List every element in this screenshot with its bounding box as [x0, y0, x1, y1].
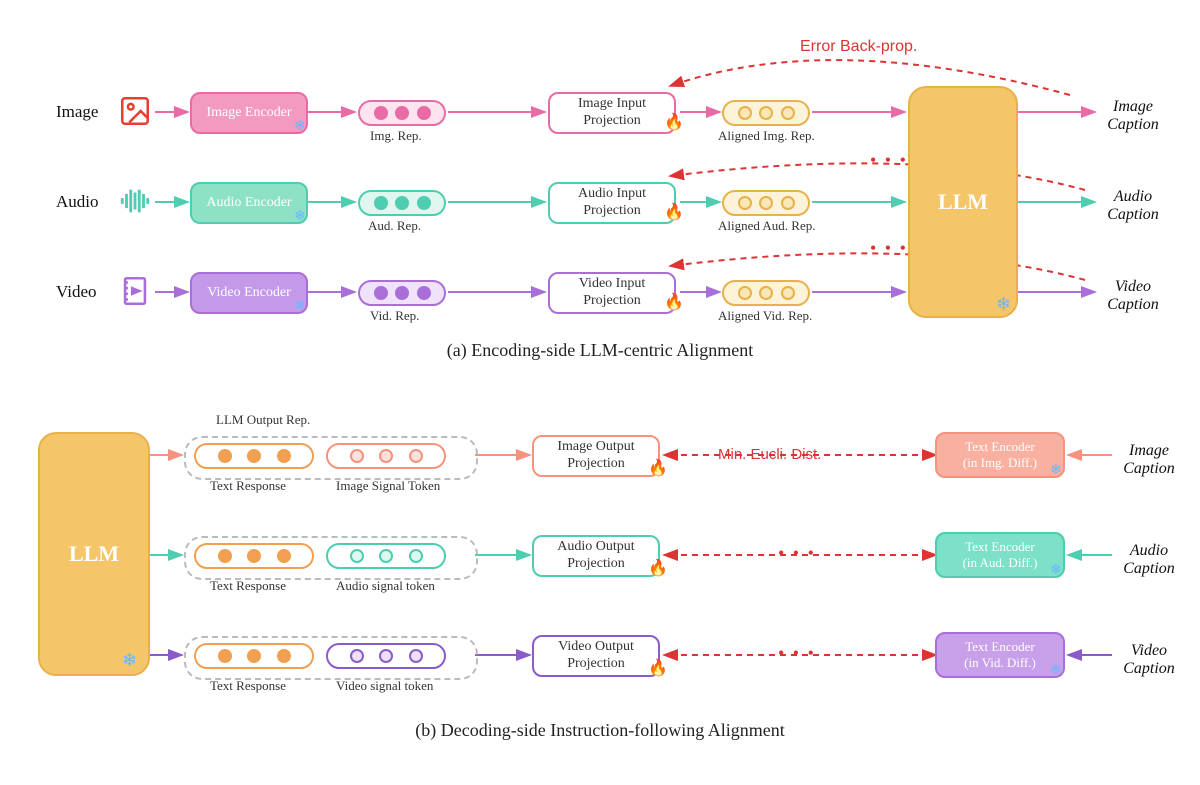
- audio-rep-pill: [358, 190, 446, 216]
- video-label: Video: [56, 282, 97, 302]
- text-encoder-video: Text Encoder(in Vid. Diff.): [935, 632, 1065, 678]
- waveform-icon: [118, 184, 152, 218]
- video-output-projection: Video Output Projection: [532, 635, 660, 677]
- aligned-audio-rep-pill: [722, 190, 810, 216]
- aligned-video-rep-pill: [722, 280, 810, 306]
- video-caption-output: Video Caption: [1098, 278, 1168, 313]
- audio-output-projection: Audio Output Projection: [532, 535, 660, 577]
- video-signal-pill: [326, 643, 446, 669]
- audio-label: Audio: [56, 192, 99, 212]
- text-response-pill-3: [194, 643, 314, 669]
- audio-signal-label: Audio signal token: [336, 578, 435, 594]
- red-dots: • • •: [870, 238, 908, 259]
- snowflake-icon: ❄: [1050, 562, 1062, 579]
- audio-input-projection: Audio Input Projection: [548, 182, 676, 224]
- image-rep-label: Img. Rep.: [370, 128, 422, 144]
- snowflake-icon: ❄: [1050, 462, 1062, 479]
- fire-icon: 🔥: [648, 458, 668, 478]
- red-dots: • • •: [778, 643, 816, 664]
- image-rep-pill: [358, 100, 446, 126]
- aligned-image-rep-pill: [722, 100, 810, 126]
- snowflake-icon: ❄: [294, 298, 306, 315]
- text-response-label-2: Text Response: [210, 578, 286, 594]
- video-rep-label: Vid. Rep.: [370, 308, 419, 324]
- llm-block-a: LLM: [908, 86, 1018, 318]
- video-encoder: Video Encoder: [190, 272, 308, 314]
- text-response-label-3: Text Response: [210, 678, 286, 694]
- image-encoder: Image Encoder: [190, 92, 308, 134]
- fire-icon: 🔥: [664, 202, 684, 222]
- text-encoder-image: Text Encoder(in Img. Diff.): [935, 432, 1065, 478]
- snowflake-icon: ❄: [294, 208, 306, 225]
- image-signal-pill: [326, 443, 446, 469]
- caption-b: (b) Decoding-side Instruction-following …: [320, 720, 880, 741]
- video-caption-input: Video Caption: [1114, 642, 1184, 677]
- aligned-video-rep-label: Aligned Vid. Rep.: [718, 308, 812, 324]
- fire-icon: 🔥: [648, 658, 668, 678]
- min-eucli-dist-label: Min. Eucli. Dist.: [718, 446, 821, 463]
- audio-encoder: Audio Encoder: [190, 182, 308, 224]
- image-caption-output: Image Caption: [1098, 98, 1168, 133]
- snowflake-icon: ❄: [996, 294, 1011, 315]
- audio-caption-output: Audio Caption: [1098, 188, 1168, 223]
- text-response-pill-2: [194, 543, 314, 569]
- caption-a: (a) Encoding-side LLM-centric Alignment: [330, 340, 870, 361]
- aligned-audio-rep-label: Aligned Aud. Rep.: [718, 218, 816, 234]
- video-rep-pill: [358, 280, 446, 306]
- video-file-icon: [118, 274, 152, 308]
- aligned-image-rep-label: Aligned Img. Rep.: [718, 128, 815, 144]
- text-response-label-1: Text Response: [210, 478, 286, 494]
- fire-icon: 🔥: [664, 292, 684, 312]
- video-signal-label: Video signal token: [336, 678, 433, 694]
- video-input-projection: Video Input Projection: [548, 272, 676, 314]
- image-icon: [118, 94, 152, 128]
- audio-rep-label: Aud. Rep.: [368, 218, 421, 234]
- text-response-pill-1: [194, 443, 314, 469]
- red-dots: • • •: [778, 543, 816, 564]
- image-label: Image: [56, 102, 98, 122]
- audio-signal-pill: [326, 543, 446, 569]
- snowflake-icon: ❄: [294, 118, 306, 135]
- image-input-projection: Image Input Projection: [548, 92, 676, 134]
- llm-block-b: LLM: [38, 432, 150, 676]
- audio-caption-input: Audio Caption: [1114, 542, 1184, 577]
- image-signal-label: Image Signal Token: [336, 478, 440, 494]
- image-caption-input: Image Caption: [1114, 442, 1184, 477]
- red-dots: • • •: [870, 150, 908, 171]
- image-output-projection: Image Output Projection: [532, 435, 660, 477]
- text-encoder-audio: Text Encoder(in Aud. Diff.): [935, 532, 1065, 578]
- fire-icon: 🔥: [648, 558, 668, 578]
- llm-output-rep-label: LLM Output Rep.: [216, 412, 310, 428]
- fire-icon: 🔥: [664, 112, 684, 132]
- snowflake-icon: ❄: [122, 650, 137, 671]
- error-backprop-label: Error Back-prop.: [800, 38, 917, 56]
- snowflake-icon: ❄: [1050, 662, 1062, 679]
